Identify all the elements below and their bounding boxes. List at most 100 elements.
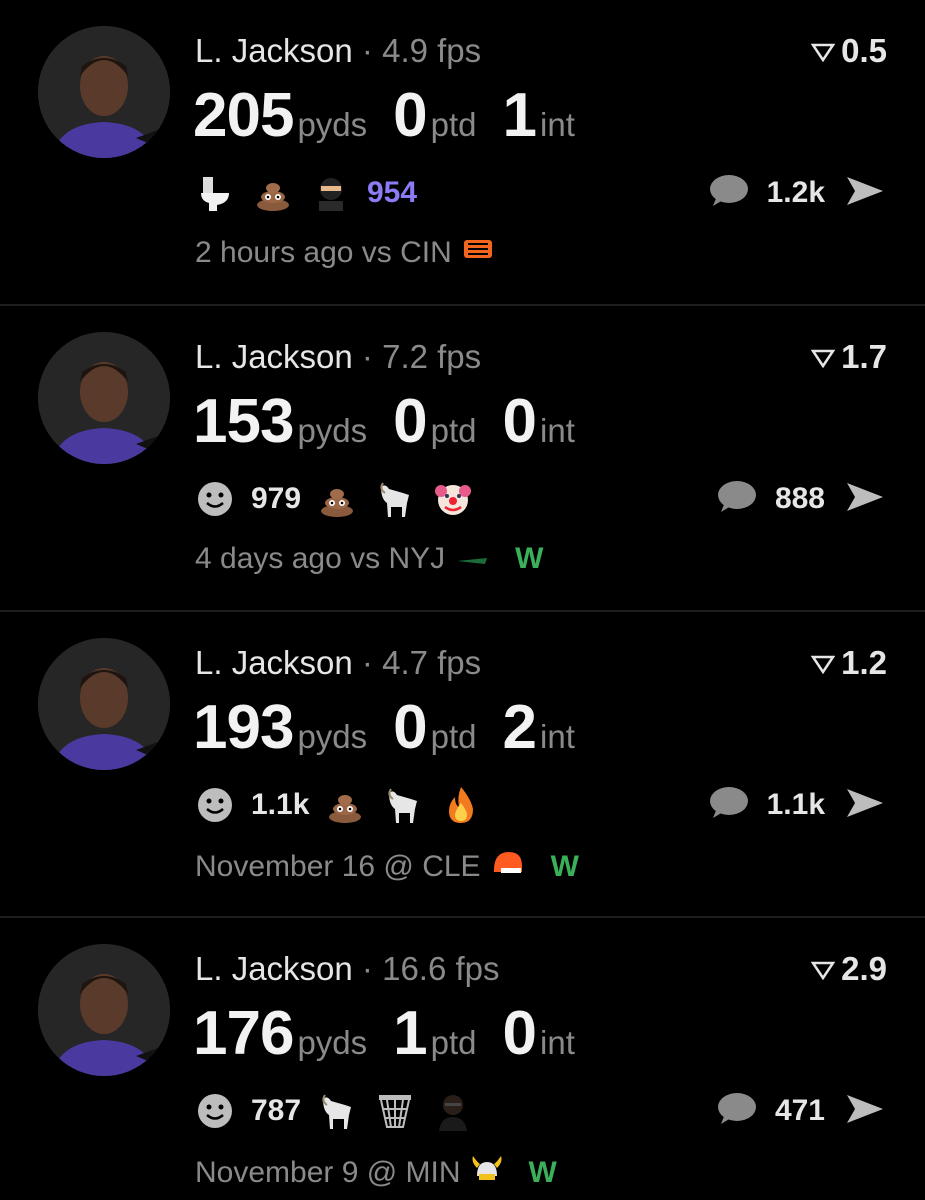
reaction-count[interactable]: 954 — [367, 176, 417, 210]
reaction-count[interactable]: 1.1k — [251, 788, 309, 822]
stat-line: 205 pyds 0 ptd 1 int — [193, 80, 601, 151]
ptd-label: ptd — [430, 718, 477, 755]
game-info: 4 days ago vs NYJ W — [195, 542, 543, 576]
filter-icon — [810, 644, 836, 682]
interceptions: 1 — [502, 81, 537, 150]
int-label: int — [540, 718, 575, 755]
feed-card[interactable]: L. Jackson · 4.7 fps 1.2 193 pyds 0 ptd 2i… — [0, 612, 925, 917]
player-name[interactable]: L. Jackson — [195, 338, 353, 375]
filter-icon — [810, 338, 836, 376]
comment-count[interactable]: 888 — [775, 482, 825, 516]
int-label: int — [540, 1024, 575, 1061]
comment-count[interactable]: 1.2k — [767, 176, 825, 210]
reactions-bar[interactable]: 787 — [193, 1088, 475, 1134]
comment-count[interactable]: 471 — [775, 1094, 825, 1128]
filter-icon — [810, 950, 836, 988]
reactions-bar[interactable]: 1.1k — [193, 782, 483, 828]
pyds-label: pyds — [297, 106, 368, 143]
comment-icon[interactable] — [707, 784, 749, 827]
poop-icon[interactable] — [251, 171, 295, 215]
player-name[interactable]: L. Jackson — [195, 644, 353, 681]
pyds-label: pyds — [297, 718, 368, 755]
basketball-net-icon[interactable] — [373, 1089, 417, 1133]
goat-icon[interactable] — [315, 1089, 359, 1133]
filter-icon — [810, 32, 836, 70]
reactions-bar[interactable]: 979 — [193, 476, 475, 522]
game-info: November 9 @ MIN W — [195, 1154, 557, 1192]
share-icon[interactable] — [843, 785, 887, 826]
player-avatar[interactable] — [38, 332, 170, 464]
passing-touchdowns: 0 — [393, 81, 427, 150]
separator: · — [361, 338, 373, 375]
game-info: November 16 @ CLE W — [195, 848, 579, 886]
player-name[interactable]: L. Jackson — [195, 950, 353, 987]
projection-value: 1.7 — [841, 338, 887, 375]
comment-icon[interactable] — [715, 478, 757, 521]
poop-icon[interactable] — [323, 783, 367, 827]
player-name[interactable]: L. Jackson — [195, 32, 353, 69]
game-text: 2 hours ago vs CIN — [195, 236, 452, 269]
goat-icon[interactable] — [373, 477, 417, 521]
projection-value: 2.9 — [841, 950, 887, 987]
projection-badge: 1.2 — [810, 644, 887, 682]
share-icon[interactable] — [843, 479, 887, 520]
smiley-icon[interactable] — [193, 783, 237, 827]
ptd-label: ptd — [430, 412, 477, 449]
pyds-label: pyds — [297, 1024, 368, 1061]
fire-icon[interactable] — [439, 783, 483, 827]
jets-logo — [455, 542, 489, 576]
comment-actions: 1.2k — [707, 170, 887, 216]
projection-badge: 2.9 — [810, 950, 887, 988]
int-label: int — [540, 106, 575, 143]
ptd-label: ptd — [430, 1024, 477, 1061]
game-result: W — [515, 542, 544, 575]
reactions-bar[interactable]: 954 — [193, 170, 417, 216]
interceptions: 2 — [502, 693, 537, 762]
vikings-logo — [471, 1154, 503, 1192]
player-avatar[interactable] — [38, 26, 170, 158]
interceptions: 0 — [502, 999, 537, 1068]
player-avatar[interactable] — [38, 638, 170, 770]
smiley-icon[interactable] — [193, 1089, 237, 1133]
reaction-count[interactable]: 979 — [251, 482, 301, 516]
passing-touchdowns: 0 — [393, 387, 427, 456]
comment-icon[interactable] — [715, 1090, 757, 1133]
stat-line: 153 pyds 0 ptd 0 int — [193, 386, 601, 457]
share-icon[interactable] — [843, 1091, 887, 1132]
feed-card[interactable]: L. Jackson · 7.2 fps 1.7 153 pyds 0 ptd 0i… — [0, 306, 925, 611]
clown-icon[interactable] — [431, 477, 475, 521]
person-icon[interactable] — [431, 1089, 475, 1133]
post-header: L. Jackson · 7.2 fps — [195, 338, 481, 376]
poop-icon[interactable] — [315, 477, 359, 521]
pyds-label: pyds — [297, 412, 368, 449]
toilet-icon[interactable] — [193, 171, 237, 215]
game-info: 2 hours ago vs CIN — [195, 236, 494, 270]
smiley-icon[interactable] — [193, 477, 237, 521]
separator: · — [361, 950, 373, 987]
comment-count[interactable]: 1.1k — [767, 788, 825, 822]
feed-card[interactable]: L. Jackson · 4.9 fps 0.5 205 pyds 0 ptd 1i… — [0, 0, 925, 305]
bengals-logo — [462, 236, 494, 270]
fantasy-points: 16.6 fps — [382, 950, 500, 987]
stat-line: 193 pyds 0 ptd 2 int — [193, 692, 601, 763]
feed-card[interactable]: L. Jackson · 16.6 fps 2.9 176 pyds 1 ptd 0… — [0, 918, 925, 1200]
goat-icon[interactable] — [381, 783, 425, 827]
stat-line: 176 pyds 1 ptd 0 int — [193, 998, 601, 1069]
ninja-icon[interactable] — [309, 171, 353, 215]
ptd-label: ptd — [430, 106, 477, 143]
comment-actions: 471 — [715, 1088, 887, 1134]
separator: · — [361, 32, 373, 69]
game-text: November 9 @ MIN — [195, 1156, 461, 1189]
post-header: L. Jackson · 16.6 fps — [195, 950, 500, 988]
reaction-count[interactable]: 787 — [251, 1094, 301, 1128]
projection-value: 0.5 — [841, 32, 887, 69]
passing-yards: 176 — [193, 999, 294, 1068]
game-result: W — [528, 1156, 557, 1189]
int-label: int — [540, 412, 575, 449]
share-icon[interactable] — [843, 173, 887, 214]
post-header: L. Jackson · 4.9 fps — [195, 32, 481, 70]
player-avatar[interactable] — [38, 944, 170, 1076]
projection-value: 1.2 — [841, 644, 887, 681]
game-result: W — [550, 850, 579, 883]
comment-icon[interactable] — [707, 172, 749, 215]
